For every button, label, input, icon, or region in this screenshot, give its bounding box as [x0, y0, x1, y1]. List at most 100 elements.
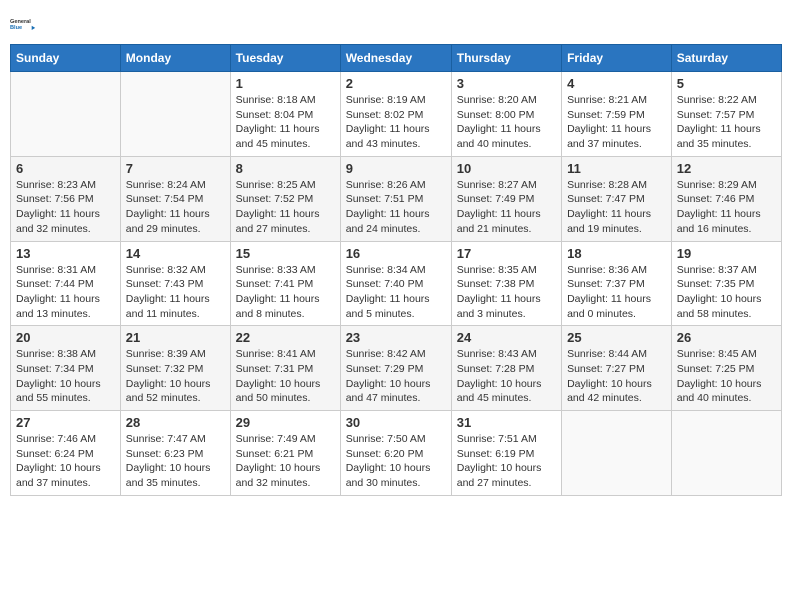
- calendar-day: 25 Sunrise: 8:44 AMSunset: 7:27 PMDayligh…: [562, 326, 672, 411]
- calendar-day: 10 Sunrise: 8:27 AMSunset: 7:49 PMDayligh…: [451, 156, 561, 241]
- day-info: Sunrise: 8:43 AMSunset: 7:28 PMDaylight:…: [457, 347, 556, 406]
- day-info: Sunrise: 8:21 AMSunset: 7:59 PMDaylight:…: [567, 93, 666, 152]
- calendar-day: 16 Sunrise: 8:34 AMSunset: 7:40 PMDayligh…: [340, 241, 451, 326]
- day-info: Sunrise: 8:36 AMSunset: 7:37 PMDaylight:…: [567, 263, 666, 322]
- calendar-day: 23 Sunrise: 8:42 AMSunset: 7:29 PMDayligh…: [340, 326, 451, 411]
- day-info: Sunrise: 8:29 AMSunset: 7:46 PMDaylight:…: [677, 178, 776, 237]
- day-info: Sunrise: 7:49 AMSunset: 6:21 PMDaylight:…: [236, 432, 335, 491]
- day-number: 31: [457, 415, 556, 430]
- day-number: 22: [236, 330, 335, 345]
- day-number: 19: [677, 246, 776, 261]
- day-info: Sunrise: 8:34 AMSunset: 7:40 PMDaylight:…: [346, 263, 446, 322]
- day-number: 7: [126, 161, 225, 176]
- calendar-day: [562, 411, 672, 496]
- calendar-day: 22 Sunrise: 8:41 AMSunset: 7:31 PMDayligh…: [230, 326, 340, 411]
- day-info: Sunrise: 8:35 AMSunset: 7:38 PMDaylight:…: [457, 263, 556, 322]
- weekday-header: Sunday: [11, 45, 121, 72]
- day-info: Sunrise: 8:37 AMSunset: 7:35 PMDaylight:…: [677, 263, 776, 322]
- calendar-day: 15 Sunrise: 8:33 AMSunset: 7:41 PMDayligh…: [230, 241, 340, 326]
- weekday-header: Monday: [120, 45, 230, 72]
- day-number: 23: [346, 330, 446, 345]
- calendar-day: 9Sunrise: 8:26 AMSunset: 7:51 PMDaylight…: [340, 156, 451, 241]
- day-info: Sunrise: 8:33 AMSunset: 7:41 PMDaylight:…: [236, 263, 335, 322]
- day-number: 1: [236, 76, 335, 91]
- day-info: Sunrise: 8:25 AMSunset: 7:52 PMDaylight:…: [236, 178, 335, 237]
- day-number: 15: [236, 246, 335, 261]
- day-number: 6: [16, 161, 115, 176]
- day-number: 10: [457, 161, 556, 176]
- calendar-day: 17 Sunrise: 8:35 AMSunset: 7:38 PMDayligh…: [451, 241, 561, 326]
- day-info: Sunrise: 8:19 AMSunset: 8:02 PMDaylight:…: [346, 93, 446, 152]
- day-info: Sunrise: 8:28 AMSunset: 7:47 PMDaylight:…: [567, 178, 666, 237]
- day-info: Sunrise: 8:18 AMSunset: 8:04 PMDaylight:…: [236, 93, 335, 152]
- weekday-header: Tuesday: [230, 45, 340, 72]
- day-number: 27: [16, 415, 115, 430]
- calendar-day: 12 Sunrise: 8:29 AMSunset: 7:46 PMDayligh…: [671, 156, 781, 241]
- calendar-week: 1 Sunrise: 8:18 AMSunset: 8:04 PMDaylight…: [11, 72, 782, 157]
- calendar-day: 28 Sunrise: 7:47 AMSunset: 6:23 PMDayligh…: [120, 411, 230, 496]
- day-number: 29: [236, 415, 335, 430]
- day-info: Sunrise: 7:46 AMSunset: 6:24 PMDaylight:…: [16, 432, 115, 491]
- day-number: 25: [567, 330, 666, 345]
- day-info: Sunrise: 7:51 AMSunset: 6:19 PMDaylight:…: [457, 432, 556, 491]
- day-number: 8: [236, 161, 335, 176]
- day-number: 9: [346, 161, 446, 176]
- day-info: Sunrise: 8:32 AMSunset: 7:43 PMDaylight:…: [126, 263, 225, 322]
- day-info: Sunrise: 8:23 AMSunset: 7:56 PMDaylight:…: [16, 178, 115, 237]
- weekday-header: Saturday: [671, 45, 781, 72]
- calendar-table: SundayMondayTuesdayWednesdayThursdayFrid…: [10, 44, 782, 496]
- calendar-day: 1 Sunrise: 8:18 AMSunset: 8:04 PMDaylight…: [230, 72, 340, 157]
- day-info: Sunrise: 8:39 AMSunset: 7:32 PMDaylight:…: [126, 347, 225, 406]
- weekday-header: Friday: [562, 45, 672, 72]
- calendar-day: 21 Sunrise: 8:39 AMSunset: 7:32 PMDayligh…: [120, 326, 230, 411]
- day-info: Sunrise: 7:47 AMSunset: 6:23 PMDaylight:…: [126, 432, 225, 491]
- calendar-day: 13 Sunrise: 8:31 AMSunset: 7:44 PMDayligh…: [11, 241, 121, 326]
- calendar-day: 29 Sunrise: 7:49 AMSunset: 6:21 PMDayligh…: [230, 411, 340, 496]
- day-number: 26: [677, 330, 776, 345]
- day-info: Sunrise: 8:27 AMSunset: 7:49 PMDaylight:…: [457, 178, 556, 237]
- weekday-header: Wednesday: [340, 45, 451, 72]
- calendar-day: 11 Sunrise: 8:28 AMSunset: 7:47 PMDayligh…: [562, 156, 672, 241]
- day-number: 4: [567, 76, 666, 91]
- day-number: 11: [567, 161, 666, 176]
- day-info: Sunrise: 8:45 AMSunset: 7:25 PMDaylight:…: [677, 347, 776, 406]
- day-number: 21: [126, 330, 225, 345]
- day-info: Sunrise: 8:20 AMSunset: 8:00 PMDaylight:…: [457, 93, 556, 152]
- day-info: Sunrise: 8:41 AMSunset: 7:31 PMDaylight:…: [236, 347, 335, 406]
- day-number: 28: [126, 415, 225, 430]
- calendar-day: 6 Sunrise: 8:23 AMSunset: 7:56 PMDaylight…: [11, 156, 121, 241]
- calendar-day: [11, 72, 121, 157]
- weekday-row: SundayMondayTuesdayWednesdayThursdayFrid…: [11, 45, 782, 72]
- calendar-day: [671, 411, 781, 496]
- day-number: 2: [346, 76, 446, 91]
- calendar-body: 1 Sunrise: 8:18 AMSunset: 8:04 PMDaylight…: [11, 72, 782, 496]
- calendar-day: 5Sunrise: 8:22 AMSunset: 7:57 PMDaylight…: [671, 72, 781, 157]
- calendar-day: 3 Sunrise: 8:20 AMSunset: 8:00 PMDaylight…: [451, 72, 561, 157]
- day-number: 30: [346, 415, 446, 430]
- calendar-day: 31 Sunrise: 7:51 AMSunset: 6:19 PMDayligh…: [451, 411, 561, 496]
- calendar-day: 8 Sunrise: 8:25 AMSunset: 7:52 PMDaylight…: [230, 156, 340, 241]
- day-info: Sunrise: 8:42 AMSunset: 7:29 PMDaylight:…: [346, 347, 446, 406]
- calendar-week: 27 Sunrise: 7:46 AMSunset: 6:24 PMDayligh…: [11, 411, 782, 496]
- day-number: 17: [457, 246, 556, 261]
- logo: GeneralBlue: [10, 10, 38, 38]
- day-info: Sunrise: 8:38 AMSunset: 7:34 PMDaylight:…: [16, 347, 115, 406]
- calendar-day: [120, 72, 230, 157]
- day-info: Sunrise: 8:24 AMSunset: 7:54 PMDaylight:…: [126, 178, 225, 237]
- day-number: 3: [457, 76, 556, 91]
- day-number: 16: [346, 246, 446, 261]
- day-info: Sunrise: 8:44 AMSunset: 7:27 PMDaylight:…: [567, 347, 666, 406]
- day-number: 20: [16, 330, 115, 345]
- svg-text:General: General: [10, 19, 31, 25]
- calendar-day: 4 Sunrise: 8:21 AMSunset: 7:59 PMDaylight…: [562, 72, 672, 157]
- calendar-week: 6 Sunrise: 8:23 AMSunset: 7:56 PMDaylight…: [11, 156, 782, 241]
- calendar-day: 7 Sunrise: 8:24 AMSunset: 7:54 PMDaylight…: [120, 156, 230, 241]
- day-number: 12: [677, 161, 776, 176]
- day-number: 18: [567, 246, 666, 261]
- day-number: 13: [16, 246, 115, 261]
- day-info: Sunrise: 8:31 AMSunset: 7:44 PMDaylight:…: [16, 263, 115, 322]
- calendar-day: 30Sunrise: 7:50 AMSunset: 6:20 PMDayligh…: [340, 411, 451, 496]
- calendar-day: 27 Sunrise: 7:46 AMSunset: 6:24 PMDayligh…: [11, 411, 121, 496]
- logo-icon: GeneralBlue: [10, 10, 38, 38]
- calendar-day: 14Sunrise: 8:32 AMSunset: 7:43 PMDayligh…: [120, 241, 230, 326]
